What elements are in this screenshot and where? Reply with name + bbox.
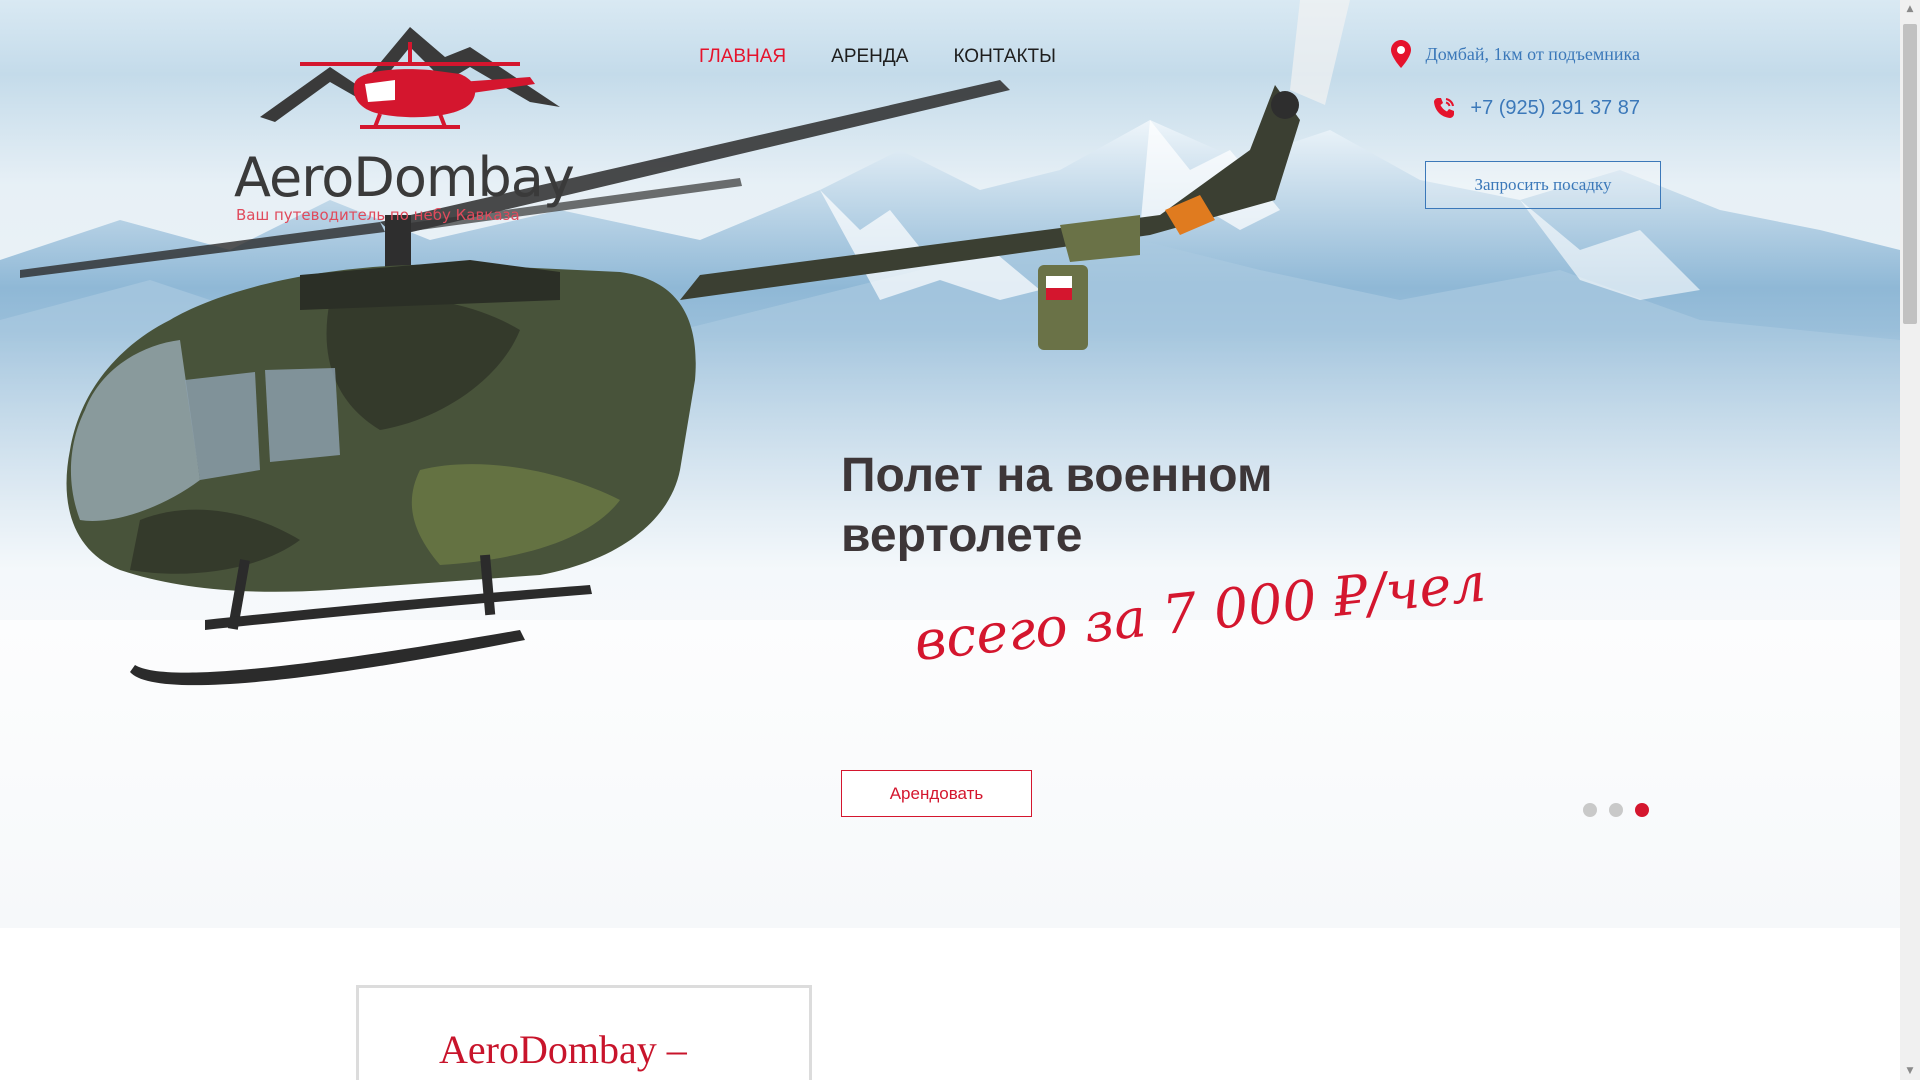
slider-dot-1[interactable] — [1583, 803, 1597, 817]
slider-dots — [1583, 803, 1649, 817]
nav-item-rent[interactable]: АРЕНДА — [831, 46, 908, 68]
slide-title: Полет на военном вертолете — [841, 449, 1273, 562]
map-pin-icon — [1391, 40, 1412, 68]
address-text: Домбай, 1км от подъемника — [1425, 43, 1640, 64]
scroll-up-arrow-icon[interactable]: ▲ — [1900, 0, 1920, 18]
logo-tagline: Ваш путеводитель по небу Кавказа — [236, 206, 520, 224]
rent-button[interactable]: Арендовать — [841, 770, 1032, 817]
scrollbar-thumb[interactable] — [1903, 24, 1917, 324]
phone-icon — [1434, 98, 1455, 118]
scroll-down-arrow-icon[interactable]: ▼ — [1900, 1062, 1920, 1080]
nav-item-home[interactable]: ГЛАВНАЯ — [699, 46, 786, 68]
contact-address: Домбай, 1км от подъемника — [1391, 40, 1640, 68]
logo-title: AeroDombay — [234, 146, 575, 209]
phone-text: +7 (925) 291 37 87 — [1470, 96, 1640, 119]
page-scrollbar[interactable]: ▲ ▼ — [1900, 0, 1920, 1080]
request-landing-button[interactable]: Запросить посадку — [1425, 161, 1661, 209]
hero-slider: AeroDombay Ваш путеводитель по небу Кавк… — [0, 0, 1900, 928]
about-card: AeroDombay – — [356, 985, 812, 1080]
logo-helicopter-icon — [260, 27, 560, 129]
slider-dot-2[interactable] — [1609, 803, 1623, 817]
contact-phone[interactable]: +7 (925) 291 37 87 — [1432, 96, 1640, 120]
slider-dot-3[interactable] — [1635, 803, 1649, 817]
about-title: AeroDombay – — [439, 1027, 687, 1072]
main-nav: ГЛАВНАЯ АРЕНДА КОНТАКТЫ — [699, 46, 1056, 68]
site-logo[interactable]: AeroDombay Ваш путеводитель по небу Кавк… — [234, 22, 604, 224]
nav-item-contacts[interactable]: КОНТАКТЫ — [953, 46, 1056, 68]
